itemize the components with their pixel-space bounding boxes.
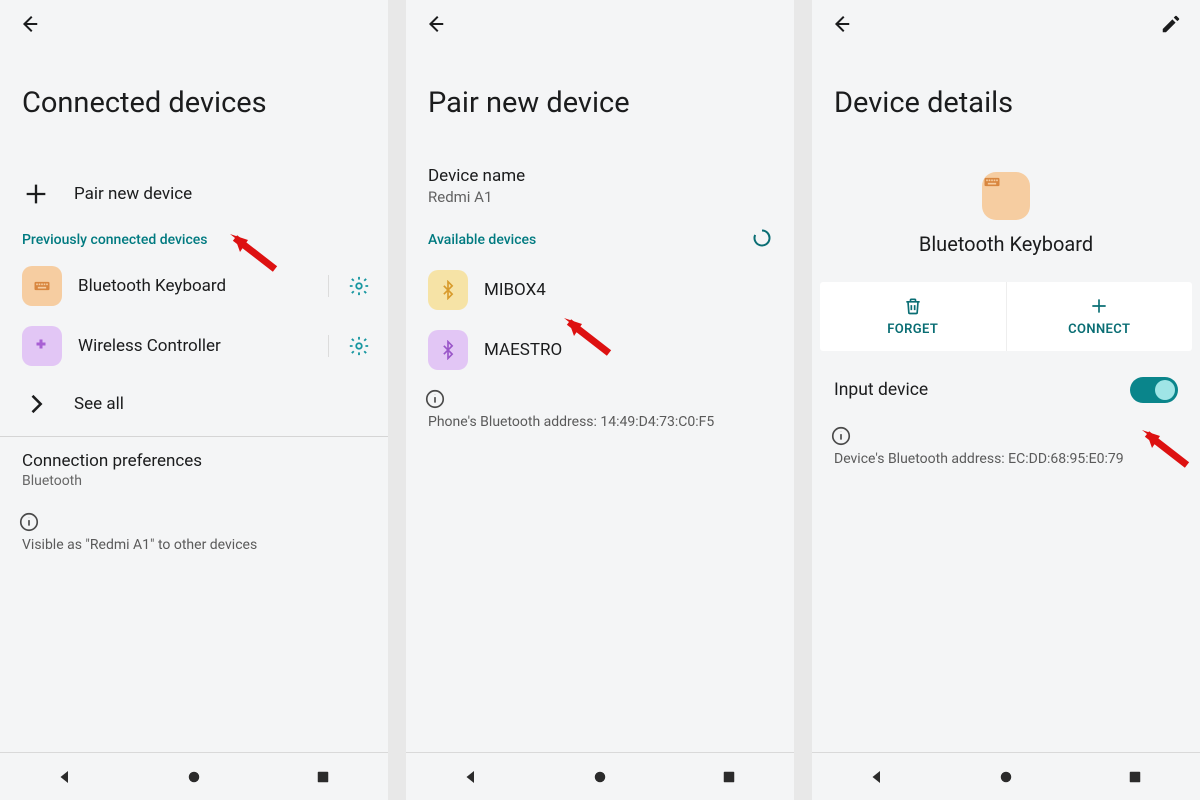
pointer-arrow-icon [1132, 420, 1192, 470]
nav-bar [812, 752, 1200, 800]
forget-button[interactable]: FORGET [820, 282, 1007, 351]
chevron-right-icon [22, 390, 50, 418]
connection-preferences-row[interactable]: Connection preferences Bluetooth [0, 437, 388, 503]
bluetooth-icon [428, 270, 468, 310]
back-icon[interactable] [18, 13, 40, 39]
see-all-label: See all [74, 394, 366, 414]
input-device-row[interactable]: Input device [812, 351, 1200, 417]
device-hero: Bluetooth Keyboard [812, 166, 1200, 274]
screen-pair-new-device: Pair new device Device name Redmi A1 Ava… [406, 0, 794, 800]
page-title: Pair new device [406, 52, 794, 166]
edit-icon[interactable] [1160, 13, 1182, 39]
loading-spinner-icon [752, 228, 772, 252]
device-settings-button[interactable] [328, 275, 374, 297]
connect-button[interactable]: CONNECT [1007, 282, 1193, 351]
pair-label: Pair new device [74, 184, 366, 204]
back-icon[interactable] [830, 13, 852, 39]
input-device-toggle[interactable] [1130, 377, 1178, 403]
device-row-keyboard[interactable]: Bluetooth Keyboard [0, 256, 388, 316]
device-settings-button[interactable] [328, 335, 374, 357]
device-name: MAESTRO [484, 340, 780, 360]
nav-back-icon[interactable] [451, 768, 491, 786]
visible-as-note: Visible as "Redmi A1" to other devices [0, 533, 388, 553]
nav-recents-icon[interactable] [303, 768, 343, 786]
nav-back-icon[interactable] [857, 768, 897, 786]
pointer-arrow-icon [554, 308, 614, 358]
back-icon[interactable] [424, 13, 446, 39]
keyboard-icon [22, 266, 62, 306]
info-icon [424, 388, 446, 410]
device-name: Wireless Controller [78, 336, 328, 356]
device-name: MIBOX4 [484, 280, 780, 300]
screen-device-details: Device details Bluetooth Keyboard FORGET… [812, 0, 1200, 800]
pref-sub: Bluetooth [22, 473, 366, 489]
nav-bar [406, 752, 794, 800]
page-title: Device details [812, 52, 1200, 166]
screen-connected-devices: Connected devices Pair new device Previo… [0, 0, 388, 800]
forget-label: FORGET [887, 322, 938, 337]
gamepad-icon [22, 326, 62, 366]
see-all-row[interactable]: See all [0, 376, 388, 432]
pair-new-device-row[interactable]: Pair new device [0, 166, 388, 222]
device-name-value: Redmi A1 [428, 188, 772, 206]
device-hero-name: Bluetooth Keyboard [919, 232, 1093, 256]
keyboard-icon [982, 172, 1030, 220]
nav-recents-icon[interactable] [709, 768, 749, 786]
device-name: Bluetooth Keyboard [78, 276, 328, 296]
action-bar: FORGET CONNECT [820, 282, 1192, 351]
nav-home-icon[interactable] [986, 768, 1026, 786]
nav-home-icon[interactable] [174, 768, 214, 786]
nav-recents-icon[interactable] [1115, 768, 1155, 786]
connect-label: CONNECT [1068, 322, 1130, 337]
nav-bar [0, 752, 388, 800]
info-icon [18, 511, 40, 533]
prev-devices-header: Previously connected devices [0, 222, 388, 256]
nav-back-icon[interactable] [45, 768, 85, 786]
device-name-label: Device name [428, 166, 772, 186]
device-name-block[interactable]: Device name Redmi A1 [406, 166, 794, 220]
device-row-controller[interactable]: Wireless Controller [0, 316, 388, 376]
available-devices-header: Available devices [428, 232, 752, 248]
plus-icon [22, 180, 50, 208]
pointer-arrow-icon [220, 224, 280, 274]
pref-title: Connection preferences [22, 451, 366, 471]
bluetooth-icon [428, 330, 468, 370]
page-title: Connected devices [0, 52, 388, 166]
input-device-label: Input device [834, 380, 1130, 400]
phone-bt-address: Phone's Bluetooth address: 14:49:D4:73:C… [406, 410, 794, 430]
info-icon [830, 425, 852, 447]
nav-home-icon[interactable] [580, 768, 620, 786]
